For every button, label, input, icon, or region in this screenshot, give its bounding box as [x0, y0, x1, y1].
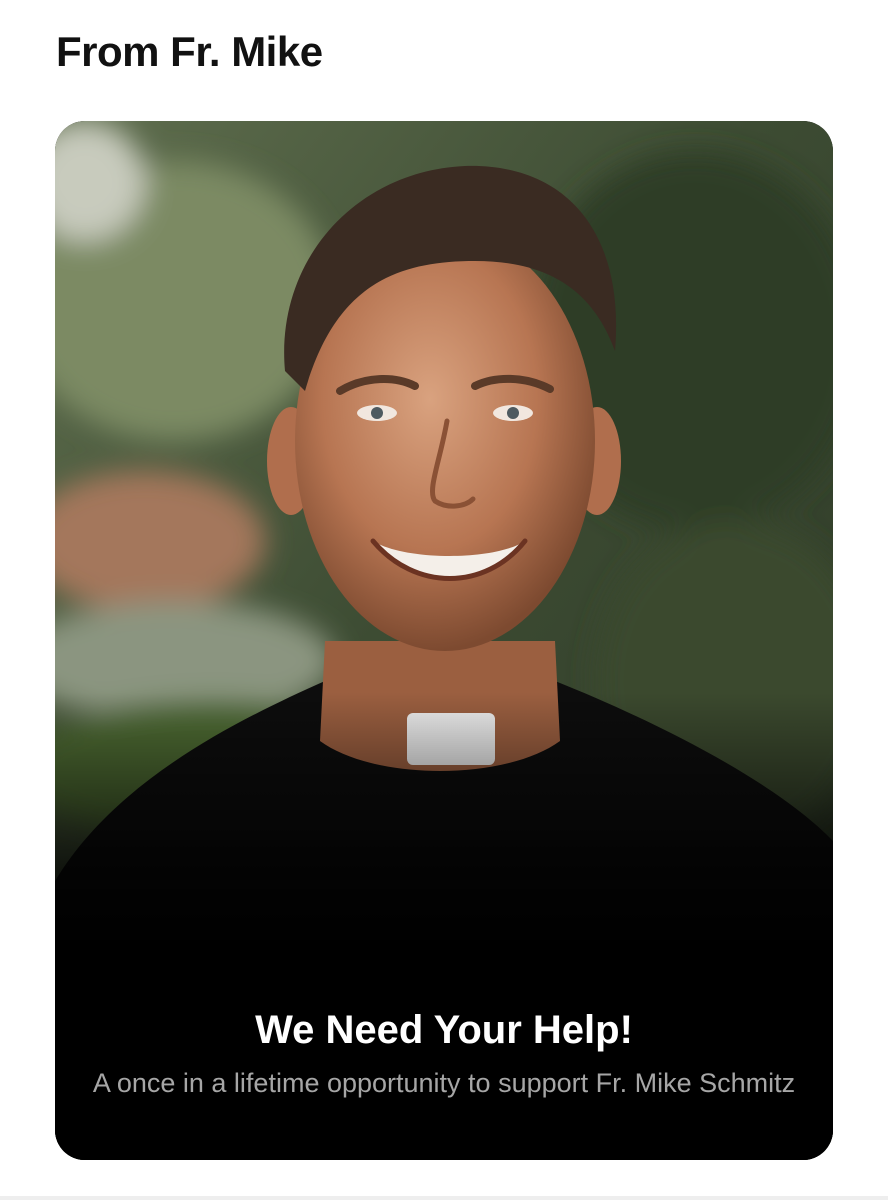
card-title: We Need Your Help!: [255, 1008, 633, 1052]
section-title: From Fr. Mike: [56, 28, 323, 75]
card-subtitle: A once in a lifetime opportunity to supp…: [92, 1068, 796, 1098]
bottom-divider: [0, 1196, 888, 1200]
featured-card[interactable]: We Need Your Help! A once in a lifetime …: [55, 121, 833, 1160]
card-text-block: We Need Your Help! A once in a lifetime …: [55, 1003, 833, 1103]
